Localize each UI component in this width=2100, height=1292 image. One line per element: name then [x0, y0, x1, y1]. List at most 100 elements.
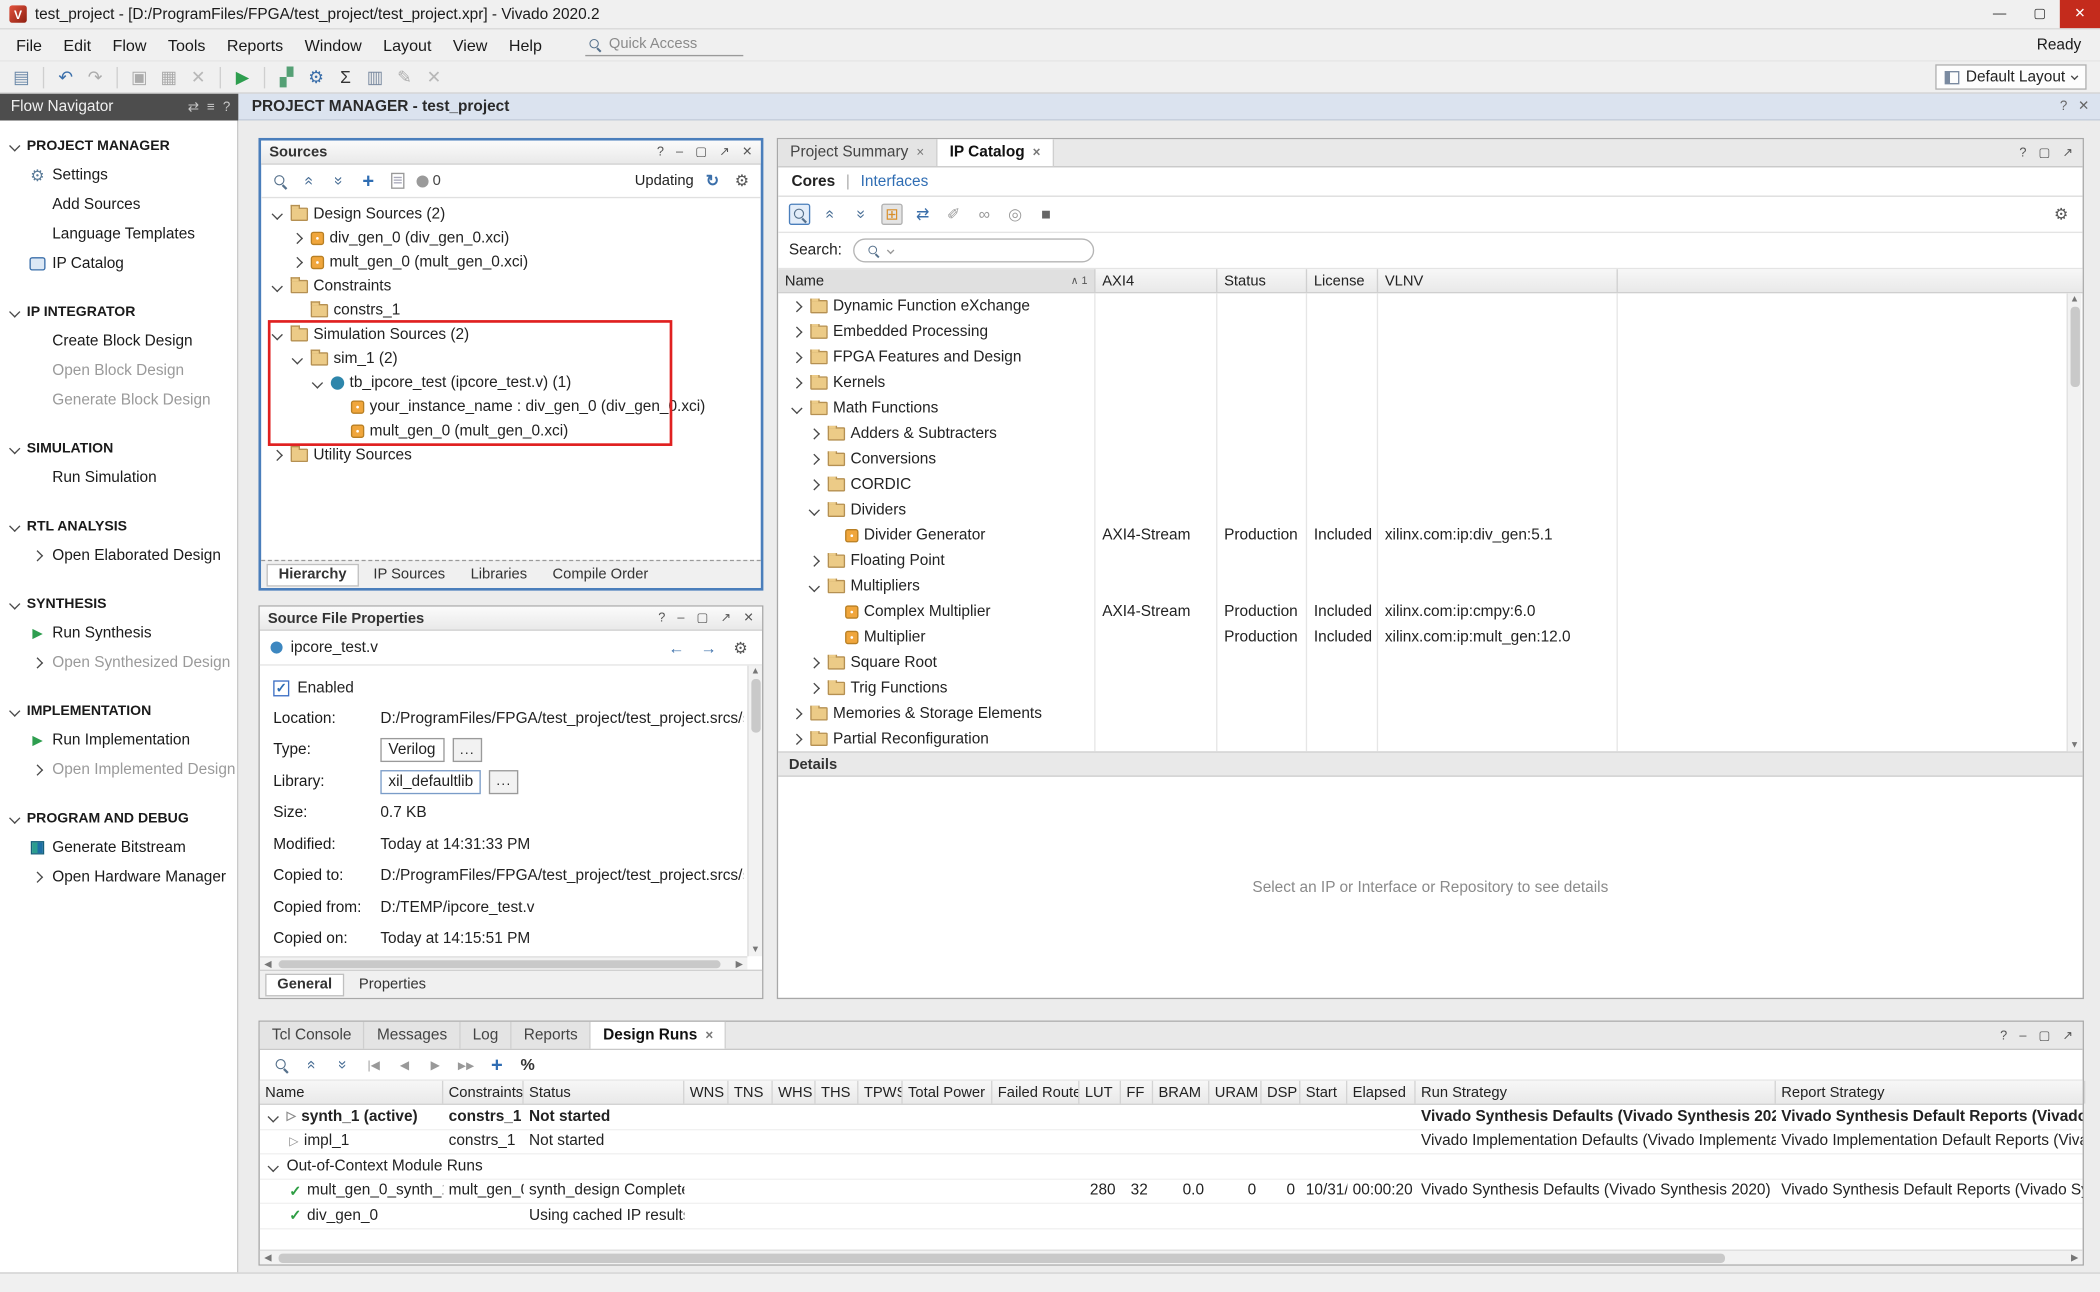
forward-icon[interactable]: →: [698, 637, 719, 658]
flow-item-open-elaborated-design[interactable]: Open Elaborated Design: [0, 541, 237, 570]
open-file-icon[interactable]: [387, 170, 408, 191]
chevron-right-icon[interactable]: [809, 555, 820, 566]
float-icon[interactable]: ▢: [2038, 145, 2050, 160]
ip-row-multipliers[interactable]: Multipliers: [778, 573, 2082, 598]
chevron-down-icon[interactable]: [272, 281, 283, 292]
chevron-down-icon[interactable]: [272, 209, 283, 220]
flow-item-run-implementation[interactable]: ▶Run Implementation: [0, 726, 237, 755]
redo-icon[interactable]: ↷: [82, 64, 109, 91]
stop-icon[interactable]: ■: [1035, 204, 1056, 225]
ip-row-multiplier[interactable]: MultiplierProductionIncludedxilinx.com:i…: [778, 624, 2082, 649]
tree-node-tb-ipcore-test-ipcore-test-v-1[interactable]: tb_ipcore_test (ipcore_test.v) (1): [261, 371, 761, 395]
tab-reports[interactable]: Reports: [512, 1022, 591, 1049]
help-icon[interactable]: ?: [657, 145, 664, 160]
column-header-report-strategy[interactable]: Report Strategy: [1776, 1081, 2085, 1104]
column-header-constraints[interactable]: Constraints: [443, 1081, 523, 1104]
flow-item-settings[interactable]: ⚙Settings: [0, 161, 237, 190]
menu-window[interactable]: Window: [294, 31, 373, 58]
column-header-failed-routes[interactable]: Failed Routes: [992, 1081, 1079, 1104]
minimize-button[interactable]: —: [1979, 0, 2019, 28]
tree-node-constraints[interactable]: Constraints: [261, 275, 761, 299]
menu-file[interactable]: File: [5, 31, 52, 58]
chevron-right-icon[interactable]: [809, 428, 820, 439]
save-icon[interactable]: ▤: [8, 64, 35, 91]
tab-ip-catalog[interactable]: IP Catalog×: [938, 139, 1054, 166]
flow-item-ip-catalog[interactable]: IP Catalog: [0, 249, 237, 278]
minimize-icon[interactable]: –: [2019, 1028, 2026, 1043]
vertical-scrollbar[interactable]: ▲ ▼: [2067, 293, 2082, 751]
tab-design-runs[interactable]: Design Runs×: [591, 1022, 726, 1049]
layout-selector[interactable]: Default Layout: [1935, 64, 2087, 89]
run-row-div-gen-0[interactable]: ✓div_gen_0Using cached IP results: [260, 1204, 2083, 1229]
chevron-down-icon[interactable]: [9, 521, 20, 532]
chevron-right-icon[interactable]: [791, 733, 802, 744]
paste-icon[interactable]: ▦: [155, 64, 182, 91]
help-icon[interactable]: ?: [658, 611, 665, 626]
ip-row-math-functions[interactable]: Math Functions: [778, 395, 2082, 420]
chevron-down-icon[interactable]: [292, 353, 303, 364]
collapse-all-icon[interactable]: «: [820, 204, 841, 225]
close-icon[interactable]: ✕: [2078, 99, 2089, 114]
column-header-ths[interactable]: THS: [816, 1081, 859, 1104]
ip-row-fpga-features-and-design[interactable]: FPGA Features and Design: [778, 344, 2082, 369]
step-back-icon[interactable]: ◀: [394, 1054, 415, 1075]
close-tab-icon[interactable]: ×: [1033, 145, 1041, 160]
reset-runs-icon[interactable]: |◀: [363, 1054, 384, 1075]
flow-item-run-simulation[interactable]: Run Simulation: [0, 463, 237, 492]
flow-item-open-implemented-design[interactable]: Open Implemented Design: [0, 755, 237, 784]
settings-gear-icon[interactable]: ⚙: [303, 64, 330, 91]
percent-icon[interactable]: %: [517, 1054, 538, 1075]
more-button[interactable]: ...: [489, 770, 518, 794]
chevron-right-icon[interactable]: [791, 300, 802, 311]
tab-tcl-console[interactable]: Tcl Console: [260, 1022, 365, 1049]
menu-help[interactable]: Help: [498, 31, 552, 58]
menu-reports[interactable]: Reports: [216, 31, 294, 58]
tab-log[interactable]: Log: [461, 1022, 512, 1049]
scroll-down-icon[interactable]: ▼: [751, 946, 760, 955]
search-icon[interactable]: [271, 1054, 292, 1075]
search-icon[interactable]: [789, 204, 810, 225]
scroll-thumb[interactable]: [279, 960, 721, 968]
ip-row-cordic[interactable]: CORDIC: [778, 471, 2082, 496]
copy-icon[interactable]: ▣: [126, 64, 153, 91]
expand-all-icon[interactable]: »: [850, 204, 871, 225]
ip-row-partial-reconfiguration[interactable]: Partial Reconfiguration: [778, 726, 2082, 751]
column-header-bram[interactable]: BRAM: [1153, 1081, 1209, 1104]
maximize-icon[interactable]: ↗: [719, 145, 730, 160]
flow-section-synthesis[interactable]: SYNTHESIS: [0, 589, 237, 618]
chevron-right-icon[interactable]: [809, 453, 820, 464]
skip-forward-icon[interactable]: ▶▶: [455, 1054, 476, 1075]
chevron-right-icon[interactable]: [809, 682, 820, 693]
library-input[interactable]: xil_defaultlib: [380, 770, 481, 794]
chevron-right-icon[interactable]: [809, 478, 820, 489]
tree-node-mult-gen-0-mult-gen-0-xci[interactable]: mult_gen_0 (mult_gen_0.xci): [261, 250, 761, 274]
minimize-icon[interactable]: –: [676, 145, 683, 160]
undo-icon[interactable]: ↶: [52, 64, 79, 91]
close-icon[interactable]: ✕: [742, 145, 753, 160]
settings-icon[interactable]: ⚙: [2050, 204, 2071, 225]
scroll-left-icon[interactable]: ◀: [260, 958, 276, 969]
ip-status-icon[interactable]: ◎: [1004, 204, 1025, 225]
menu-flow[interactable]: Flow: [102, 31, 157, 58]
create-run-icon[interactable]: +: [486, 1054, 507, 1075]
flow-item-generate-block-design[interactable]: Generate Block Design: [0, 386, 237, 415]
flow-item-generate-bitstream[interactable]: Generate Bitstream: [0, 833, 237, 862]
scroll-down-icon[interactable]: ▼: [2070, 741, 2079, 750]
tree-node-simulation-sources-2[interactable]: Simulation Sources (2): [261, 323, 761, 347]
minimize-icon[interactable]: –: [677, 611, 684, 626]
column-header-lut[interactable]: LUT: [1079, 1081, 1121, 1104]
tree-node-mult-gen-0-mult-gen-0-xci[interactable]: mult_gen_0 (mult_gen_0.xci): [261, 419, 761, 443]
chevron-right-icon[interactable]: [791, 377, 802, 388]
float-icon[interactable]: ▢: [2038, 1028, 2050, 1043]
chevron-right-icon[interactable]: [791, 326, 802, 337]
chevron-right-icon[interactable]: [32, 872, 43, 883]
menu-edit[interactable]: Edit: [53, 31, 102, 58]
refresh-icon[interactable]: ↻: [702, 170, 723, 191]
chevron-right-icon[interactable]: [272, 450, 283, 461]
ip-row-floating-point[interactable]: Floating Point: [778, 548, 2082, 573]
tab-properties[interactable]: Properties: [348, 973, 437, 996]
tree-node-div-gen-0-div-gen-0-xci[interactable]: div_gen_0 (div_gen_0.xci): [261, 226, 761, 250]
vertical-scrollbar[interactable]: ▲▼: [747, 666, 762, 957]
help-icon[interactable]: ?: [2060, 99, 2067, 114]
flow-section-implementation[interactable]: IMPLEMENTATION: [0, 696, 237, 725]
